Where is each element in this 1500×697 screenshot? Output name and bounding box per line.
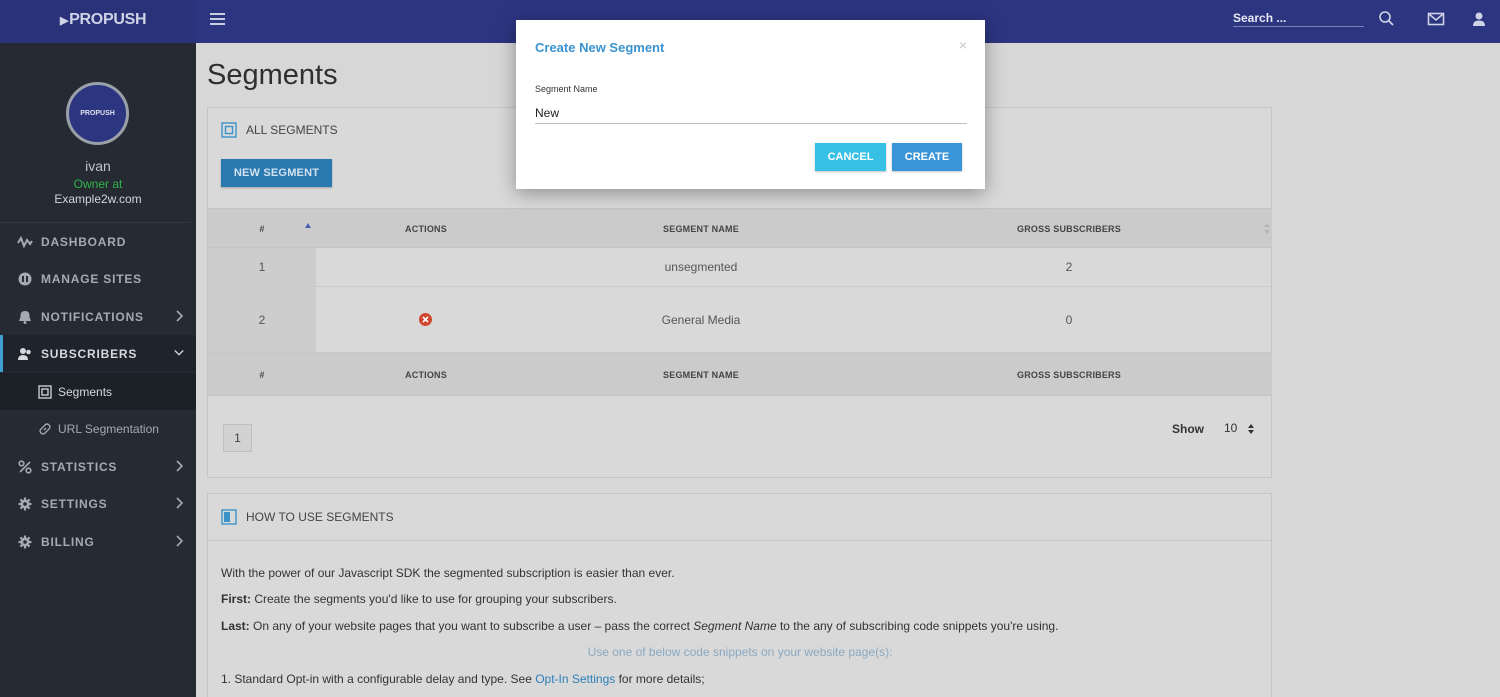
gross-subscribers: 2: [1065, 260, 1073, 274]
chevron-down-icon: [174, 350, 184, 356]
book-icon: [221, 509, 237, 525]
sidebar-item-dashboard[interactable]: DASHBOARD: [0, 223, 196, 260]
page-size-select[interactable]: 10: [1224, 421, 1258, 435]
sidebar-item-label: MANAGE SITES: [41, 271, 142, 286]
snippet-hint: Use one of below code snippets on your w…: [587, 645, 893, 659]
search-field[interactable]: [1233, 9, 1364, 27]
sites-icon: [17, 271, 33, 287]
delete-icon[interactable]: [419, 313, 432, 326]
table-header: # ACTIONS SEGMENT NAME GROSS SUBSCRIBERS: [208, 208, 1272, 248]
chevron-right-icon: [176, 310, 184, 322]
logo-area: ▶PROPUSH: [0, 0, 196, 43]
chevron-right-icon: [176, 535, 184, 547]
footer-column-segment-name: SEGMENT NAME: [663, 370, 739, 380]
mail-icon[interactable]: [1427, 10, 1445, 28]
footer-column-gross-subscribers: GROSS SUBSCRIBERS: [1017, 370, 1121, 380]
sidebar-item-subscribers[interactable]: SUBSCRIBERS: [0, 335, 196, 372]
menu-icon[interactable]: [210, 13, 225, 25]
sidebar-item-label: SETTINGS: [41, 496, 108, 511]
show-label: Show: [1172, 422, 1204, 436]
sort-asc-icon: [305, 223, 311, 228]
segment-name-label: Segment Name: [535, 84, 598, 94]
sidebar-subitem-segments[interactable]: Segments: [0, 373, 196, 410]
sidebar-item-label: NOTIFICATIONS: [41, 309, 144, 324]
sidebar-item-label: BILLING: [41, 534, 95, 549]
column-header-number[interactable]: #: [208, 209, 316, 249]
link-icon: [39, 422, 51, 435]
sidebar-item-statistics[interactable]: STATISTICS: [0, 448, 196, 485]
user-name: ivan: [85, 158, 111, 174]
sidebar-item-label: Segments: [58, 384, 113, 399]
select-arrows-icon: [1248, 424, 1254, 434]
panel-divider: [208, 540, 1271, 541]
footer-column-actions: ACTIONS: [405, 370, 447, 380]
table-row: 1 unsegmented 2: [208, 248, 1272, 287]
sidebar-subitem-url-segmentation[interactable]: URL Segmentation: [0, 410, 196, 447]
page-title: Segments: [207, 59, 338, 91]
sidebar-item-label: DASHBOARD: [41, 234, 127, 249]
sidebar-item-notifications[interactable]: NOTIFICATIONS: [0, 298, 196, 335]
column-header-gross-subscribers[interactable]: GROSS SUBSCRIBERS: [866, 209, 1272, 249]
panel-header: HOW TO USE SEGMENTS: [221, 507, 394, 527]
gear-icon: [17, 534, 33, 550]
segments-icon: [38, 384, 52, 399]
column-header-actions: ACTIONS: [405, 224, 447, 234]
sidebar: PROPUSH ivan Owner at Example2w.com DASH…: [0, 43, 196, 697]
sidebar-item-settings[interactable]: SETTINGS: [0, 485, 196, 522]
sidebar-item-label: SUBSCRIBERS: [41, 346, 138, 361]
snippet-item-1: 1. Standard Opt-in with a configurable d…: [221, 672, 705, 686]
search-input[interactable]: [1233, 11, 1364, 25]
sidebar-item-manage-sites[interactable]: MANAGE SITES: [0, 260, 196, 297]
chevron-right-icon: [176, 460, 184, 472]
gross-subscribers: 0: [1065, 313, 1073, 327]
subscribers-icon: [17, 346, 33, 362]
cancel-button[interactable]: CANCEL: [815, 143, 886, 171]
sort-icon: [1264, 223, 1270, 234]
intro-text: With the power of our Javascript SDK the…: [221, 566, 675, 580]
row-number: 2: [258, 313, 266, 327]
segments-icon: [221, 122, 237, 138]
modal-title: Create New Segment: [535, 40, 665, 55]
column-header-segment-name[interactable]: SEGMENT NAME: [536, 209, 866, 249]
table-row: 2 General Media 0: [208, 287, 1272, 353]
segment-name: General Media: [661, 313, 741, 327]
panel-title: ALL SEGMENTS: [246, 123, 338, 137]
bell-icon: [17, 309, 33, 325]
last-step: Last: On any of your website pages that …: [221, 619, 1059, 633]
create-segment-modal: Create New Segment × Segment Name CANCEL…: [516, 20, 985, 189]
sidebar-item-billing[interactable]: BILLING: [0, 523, 196, 560]
sidebar-item-label: URL Segmentation: [58, 421, 159, 436]
search-icon[interactable]: [1378, 10, 1396, 28]
user-icon[interactable]: [1470, 10, 1488, 28]
chevron-right-icon: [176, 497, 184, 509]
segment-name: unsegmented: [664, 260, 738, 274]
new-segment-button[interactable]: NEW SEGMENT: [221, 159, 332, 187]
segment-name-input[interactable]: [535, 102, 967, 124]
first-step: First: Create the segments you'd like to…: [221, 592, 617, 606]
user-role: Owner at: [73, 177, 123, 191]
how-to-use-panel: HOW TO USE SEGMENTS With the power of ou…: [207, 493, 1272, 697]
percent-icon: [17, 459, 33, 475]
panel-title: HOW TO USE SEGMENTS: [246, 510, 394, 524]
table-footer: # ACTIONS SEGMENT NAME GROSS SUBSCRIBERS: [208, 353, 1272, 396]
user-site: Example2w.com: [54, 192, 142, 206]
create-button[interactable]: CREATE: [892, 143, 962, 171]
panel-header: ALL SEGMENTS: [221, 120, 338, 140]
logo[interactable]: ▶PROPUSH: [60, 11, 147, 29]
close-icon[interactable]: ×: [959, 37, 967, 53]
opt-in-settings-link[interactable]: Opt-In Settings: [535, 672, 615, 686]
pagination-page[interactable]: 1: [223, 424, 252, 452]
gear-icon: [17, 496, 33, 512]
row-number: 1: [258, 260, 266, 274]
footer-column-number: #: [259, 370, 265, 380]
dashboard-icon: [17, 234, 33, 250]
avatar[interactable]: PROPUSH: [66, 82, 129, 145]
sidebar-item-label: STATISTICS: [41, 459, 118, 474]
